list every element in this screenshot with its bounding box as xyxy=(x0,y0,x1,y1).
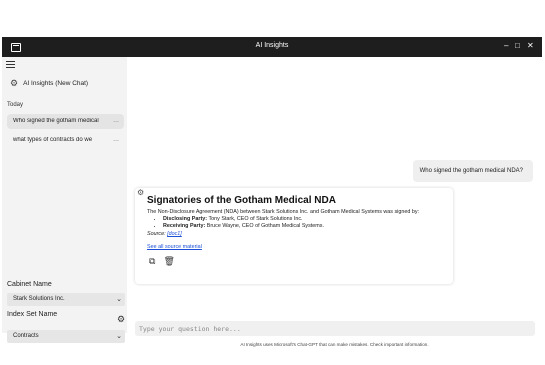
gear-icon: ⚙ xyxy=(10,78,19,88)
sidebar: ⚙ AI Insights (New Chat) Today Who signe… xyxy=(2,57,127,343)
chevron-down-icon: ⌄ xyxy=(116,333,122,340)
window-title: AI Insights xyxy=(255,42,289,49)
new-chat-label: AI Insights (New Chat) xyxy=(23,80,89,87)
answer-title: Signatories of the Gotham Medical NDA xyxy=(147,195,336,206)
list-item: Receiving Party: Bruce Wayne, CEO of Got… xyxy=(163,223,324,230)
new-chat-button[interactable]: ⚙ AI Insights (New Chat) xyxy=(10,79,88,88)
app-window: AI Insights – □ ✕ ⚙ AI Insights (New Cha… xyxy=(2,37,542,347)
trash-icon[interactable]: 🗑 xyxy=(163,257,174,266)
section-today-label: Today xyxy=(7,102,24,108)
party-detail: Tony Stark, CEO of Stark Solutions Inc. xyxy=(208,216,303,222)
user-message-bubble: Who signed the gotham medical NDA? xyxy=(413,160,533,182)
disclaimer-text: AI Insights uses Microsoft's Chat-GPT th… xyxy=(240,342,429,347)
close-button[interactable]: ✕ xyxy=(527,41,534,51)
cabinet-select[interactable]: Stark Solutions Inc. ⌄ xyxy=(7,293,125,306)
signatory-list: Disclosing Party: Tony Stark, CEO of Sta… xyxy=(155,216,324,230)
index-set-select-value: Contracts xyxy=(13,333,39,339)
history-item[interactable]: what types of contracts do we ... xyxy=(7,133,124,148)
maximize-button[interactable]: □ xyxy=(515,41,520,51)
party-role: Disclosing Party: xyxy=(163,216,208,222)
source-line: Source: [doc1] xyxy=(147,231,182,237)
party-detail: Bruce Wayne, CEO of Gotham Medical Syste… xyxy=(206,223,324,229)
minimize-button[interactable]: – xyxy=(504,41,508,51)
copy-icon[interactable]: ⧉ xyxy=(149,257,155,266)
chat-area: Who signed the gotham medical NDA? ⚙ Sig… xyxy=(127,57,542,347)
question-input-container xyxy=(135,321,535,336)
assistant-message-card: ⚙ Signatories of the Gotham Medical NDA … xyxy=(135,188,453,284)
hamburger-icon[interactable] xyxy=(6,61,15,69)
cabinet-name-label: Cabinet Name xyxy=(7,281,52,288)
more-options-icon[interactable]: ... xyxy=(113,117,119,124)
source-label: Source: xyxy=(147,231,166,237)
chevron-down-icon: ⌄ xyxy=(116,296,122,303)
question-input[interactable] xyxy=(139,323,529,334)
more-options-icon[interactable]: ... xyxy=(113,136,119,143)
all-sources-link[interactable]: See all source material xyxy=(147,244,202,250)
history-item[interactable]: Who signed the gotham medical ... xyxy=(7,114,124,129)
party-role: Receiving Party: xyxy=(163,223,206,229)
list-item: Disclosing Party: Tony Stark, CEO of Sta… xyxy=(163,216,324,223)
index-set-label: Index Set Name xyxy=(7,311,58,318)
cabinet-select-value: Stark Solutions Inc. xyxy=(13,296,65,302)
gear-icon[interactable]: ⚙ xyxy=(117,315,125,324)
index-set-select[interactable]: Contracts ⌄ xyxy=(7,330,125,343)
title-bar: AI Insights – □ ✕ xyxy=(2,37,542,57)
answer-intro: The Non-Disclosure Agreement (NDA) betwe… xyxy=(147,209,420,215)
assistant-gear-icon: ⚙ xyxy=(137,188,145,197)
history-item-label: what types of contracts do we xyxy=(13,137,93,143)
history-item-label: Who signed the gotham medical xyxy=(13,118,99,124)
user-message-text: Who signed the gotham medical NDA? xyxy=(419,168,523,174)
source-link[interactable]: [doc1] xyxy=(167,231,182,237)
message-actions: ⧉ 🗑 xyxy=(149,257,175,266)
